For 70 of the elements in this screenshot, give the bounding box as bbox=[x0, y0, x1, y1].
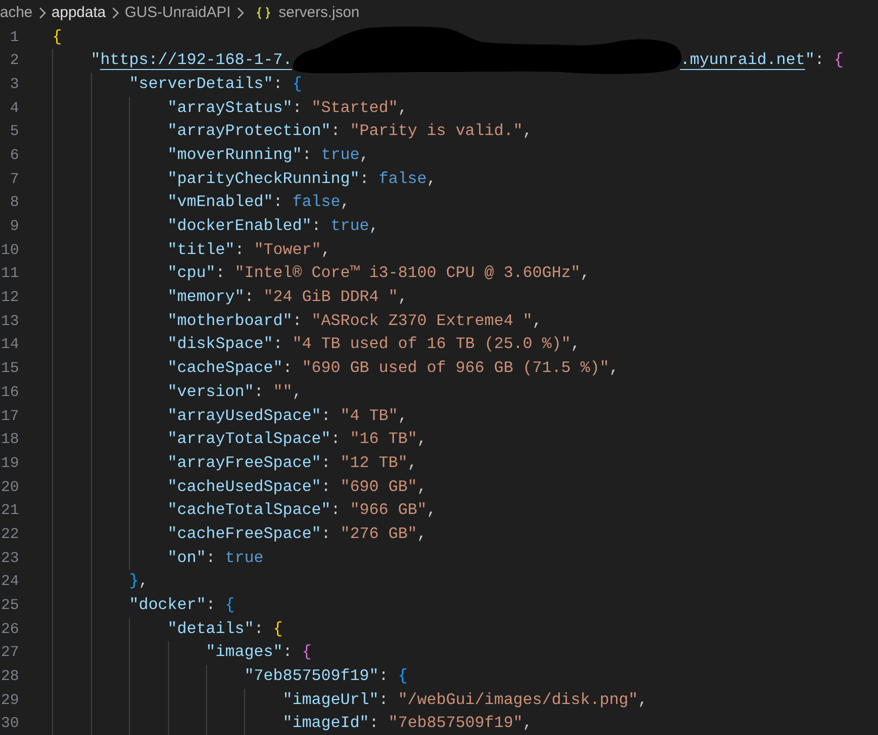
code-line: "motherboard": "ASRock Z370 Extreme4 ", bbox=[168, 310, 542, 332]
chevron-icon bbox=[112, 6, 119, 19]
line-number: 7 bbox=[10, 170, 19, 188]
code-line: "cacheTotalSpace": "966 GB", bbox=[168, 500, 436, 522]
line-number: 26 bbox=[0, 620, 19, 638]
line-number: 27 bbox=[0, 644, 19, 662]
line-number: 25 bbox=[0, 597, 19, 614]
code-line: "arrayProtection": "Parity is valid.", bbox=[168, 121, 532, 142]
code-line: "vmEnabled": false, bbox=[168, 192, 350, 214]
line-number: 20 bbox=[0, 478, 19, 496]
code-line: "diskSpace": "4 TB used of 16 TB (25.0 %)", bbox=[168, 334, 580, 356]
line-number: 22 bbox=[0, 526, 19, 543]
line-number: 2 bbox=[10, 52, 19, 70]
breadcrumb-item[interactable]: appdata bbox=[52, 4, 106, 22]
line-number: 11 bbox=[0, 265, 19, 282]
line-number: 4 bbox=[10, 100, 19, 117]
code-line: "cacheSpace": "690 GB used of 966 GB (71.5 %)", bbox=[168, 358, 619, 380]
code-line: "https://192-168-1-7. .myunraid.net": { bbox=[90, 50, 844, 72]
code-line: "imageId": "7eb857509f19", bbox=[282, 713, 532, 734]
code-line: "title": "Tower", bbox=[168, 240, 331, 261]
line-number: 14 bbox=[0, 336, 19, 354]
code-line: "cacheFreeSpace": "276 GB", bbox=[168, 524, 427, 545]
braces-icon bbox=[256, 6, 271, 19]
code-line: "details": { bbox=[168, 618, 283, 640]
breadcrumb-item[interactable]: ache bbox=[0, 4, 33, 22]
code-line: "parityCheckRunning": false, bbox=[168, 168, 436, 190]
line-number: 8 bbox=[10, 194, 19, 212]
line-number: 28 bbox=[0, 668, 19, 686]
code-line: "on": true bbox=[168, 548, 264, 569]
breadcrumb-item[interactable]: servers.json bbox=[250, 4, 360, 22]
code-line: "arrayFreeSpace": "12 TB", bbox=[168, 452, 418, 474]
line-number: 30 bbox=[0, 715, 19, 732]
code-line: "cpu": "Intel® Core™ i3-8100 CPU @ 3.60GHz", bbox=[168, 263, 590, 284]
code-line: }, bbox=[129, 571, 148, 592]
line-number: 12 bbox=[0, 289, 19, 306]
chevron-icon bbox=[38, 6, 46, 19]
line-number: 5 bbox=[10, 123, 19, 140]
url-link[interactable]: .myunraid.net bbox=[680, 51, 806, 70]
code-line: "dockerEnabled": true, bbox=[168, 216, 379, 237]
chevron-icon bbox=[236, 6, 244, 19]
code-line: "docker": { bbox=[129, 595, 235, 616]
breadcrumb-item[interactable]: GUS-UnraidAPI bbox=[124, 4, 231, 22]
line-number: 3 bbox=[10, 76, 19, 93]
line-number: 18 bbox=[0, 431, 19, 448]
code-line: "moverRunning": true, bbox=[168, 144, 370, 166]
code-line: "arrayTotalSpace": "16 TB", bbox=[168, 429, 427, 450]
line-number: 19 bbox=[0, 454, 19, 472]
code-line: "arrayUsedSpace": "4 TB", bbox=[168, 406, 408, 426]
code-line: "cacheUsedSpace": "690 GB", bbox=[168, 476, 427, 498]
code-line: "7eb857509f19": { bbox=[244, 666, 408, 688]
code-line: "arrayStatus": "Started", bbox=[168, 98, 408, 119]
line-number: 17 bbox=[0, 408, 19, 424]
code-line: "imageUrl": "/webGui/images/disk.png", bbox=[282, 690, 648, 711]
line-number: 21 bbox=[0, 502, 19, 520]
code-line: "version": "", bbox=[168, 382, 302, 403]
line-number: 29 bbox=[0, 692, 19, 709]
code-line: "serverDetails": { bbox=[129, 74, 302, 95]
line-number: 16 bbox=[0, 384, 19, 401]
line-number: 9 bbox=[10, 218, 19, 235]
line-number: 6 bbox=[10, 146, 19, 164]
url-link[interactable]: https://192-168-1-7. bbox=[100, 51, 292, 70]
line-number: 13 bbox=[0, 312, 19, 330]
code-line: "memory": "24 GiB DDR4 ", bbox=[168, 287, 408, 308]
line-number: 10 bbox=[0, 242, 19, 259]
line-number: 15 bbox=[0, 360, 19, 378]
line-number: 24 bbox=[0, 573, 19, 590]
line-number: 23 bbox=[0, 550, 19, 567]
code-line: "images": { bbox=[206, 642, 312, 664]
line-number: 1 bbox=[10, 28, 19, 46]
code-line: { bbox=[52, 26, 62, 48]
